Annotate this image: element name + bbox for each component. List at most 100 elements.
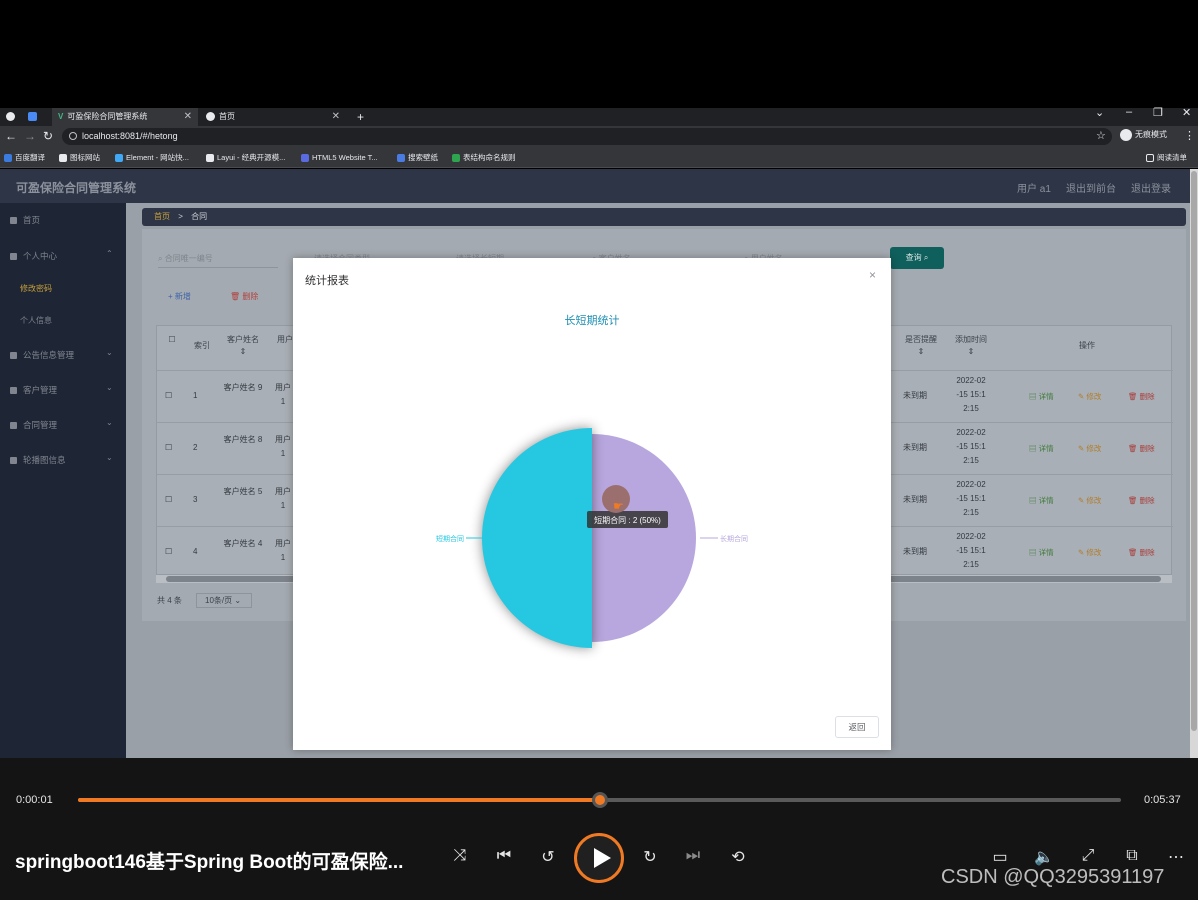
reading-list[interactable]: 阅读清单 bbox=[1146, 148, 1187, 168]
edit-button[interactable]: ✎ 修改 bbox=[1078, 495, 1101, 506]
detail-button[interactable]: ▤ 详情 bbox=[1029, 391, 1054, 402]
url-field[interactable]: localhost:8081/#/hetong bbox=[62, 128, 1112, 145]
column-header-customer[interactable]: 客户姓名 ⇕ bbox=[223, 326, 263, 370]
bookmark-label: 搜索壁纸 bbox=[408, 153, 438, 162]
row-time: 2022-02 -15 15:1 2:15 bbox=[956, 376, 986, 413]
row-checkbox[interactable]: ☐ bbox=[165, 441, 172, 455]
sidebar-item-notices[interactable]: 公告信息管理 ⌄ bbox=[10, 348, 113, 361]
tab-search-icon[interactable] bbox=[6, 108, 24, 126]
row-index: 4 bbox=[193, 547, 198, 556]
new-tab-button[interactable]: + bbox=[357, 108, 364, 126]
play-button[interactable] bbox=[574, 833, 624, 883]
info-icon[interactable] bbox=[69, 132, 77, 140]
edit-button[interactable]: ✎ 修改 bbox=[1078, 443, 1101, 454]
bookmark-item[interactable]: Layui - 经典开源模... bbox=[206, 148, 285, 168]
detail-button[interactable]: ▤ 详情 bbox=[1029, 495, 1054, 506]
rewind-icon[interactable]: ↺ bbox=[536, 847, 560, 867]
shuffle-icon[interactable]: ⤨ bbox=[448, 847, 472, 865]
previous-icon[interactable]: ⏮ bbox=[492, 847, 516, 865]
bookmark-star-icon[interactable]: ☆ bbox=[1096, 129, 1106, 142]
pie-slice[interactable] bbox=[482, 428, 592, 648]
sidebar-item-carousel[interactable]: 轮播图信息 ⌄ bbox=[10, 453, 113, 466]
row-index: 2 bbox=[193, 443, 198, 452]
op-label: 详情 bbox=[1038, 444, 1054, 453]
tab-home[interactable]: 首页 ✕ bbox=[200, 108, 346, 126]
bookmark-item[interactable]: 图标网站 bbox=[59, 148, 100, 168]
sidebar-item-profile[interactable]: 个人信息 bbox=[20, 315, 52, 326]
detail-button[interactable]: ▤ 详情 bbox=[1029, 443, 1054, 454]
progress-knob[interactable] bbox=[591, 792, 608, 808]
restore-button[interactable]: ❐ bbox=[1153, 106, 1163, 119]
incognito-badge[interactable]: 无痕模式 bbox=[1120, 129, 1167, 141]
user-name-link[interactable]: 用户 a1 bbox=[1017, 180, 1051, 195]
tab-close-icon[interactable]: ✕ bbox=[184, 108, 192, 126]
wallpaper-icon bbox=[397, 154, 405, 163]
current-time: 0:00:01 bbox=[16, 794, 53, 806]
sidebar-item-contracts[interactable]: 合同管理 ⌄ bbox=[10, 418, 113, 431]
tab-active[interactable]: V 可盈保险合同管理系统 ✕ bbox=[52, 108, 198, 126]
row-checkbox[interactable]: ☐ bbox=[165, 389, 172, 403]
minimize-button[interactable]: – bbox=[1126, 106, 1132, 118]
column-header-added-time[interactable]: 添加时间 ⇕ bbox=[951, 326, 991, 370]
delete-button[interactable]: 🗑 删除 bbox=[1128, 391, 1155, 402]
repeat-off-icon[interactable]: ⟲ bbox=[726, 847, 750, 867]
delete-button[interactable]: 🗑 删除 bbox=[1128, 443, 1155, 454]
tab-search-button[interactable]: ⌄ bbox=[1095, 106, 1104, 119]
bookmark-item[interactable]: 百度翻译 bbox=[4, 148, 45, 168]
bookmark-item[interactable]: HTML5 Website T... bbox=[301, 148, 378, 168]
delete-button[interactable]: 🗑 删除 bbox=[1128, 495, 1155, 506]
tab-pinned-icon[interactable] bbox=[28, 108, 48, 126]
volume-icon[interactable]: 🔈 bbox=[1032, 847, 1056, 867]
reload-icon[interactable]: ↻ bbox=[43, 129, 53, 143]
logout-link[interactable]: 退出登录 bbox=[1131, 180, 1171, 195]
back-button[interactable]: 返回 bbox=[835, 716, 879, 738]
bookmark-item[interactable]: Element - 网站快... bbox=[115, 148, 189, 168]
contract-number-input[interactable]: ⌕ 合同唯一编号 bbox=[158, 250, 278, 268]
sidebar-item-label: 个人中心 bbox=[23, 251, 58, 261]
row-customer: 客户姓名 5 bbox=[223, 487, 263, 496]
input-placeholder: 合同唯一编号 bbox=[164, 254, 213, 263]
scrollbar-thumb[interactable] bbox=[1191, 171, 1197, 731]
op-label: 修改 bbox=[1086, 548, 1102, 557]
fullscreen-icon[interactable]: ⤢ bbox=[1076, 847, 1100, 865]
page-vertical-scrollbar[interactable] bbox=[1190, 169, 1198, 758]
edit-button[interactable]: ✎ 修改 bbox=[1078, 391, 1101, 402]
pie-slice[interactable] bbox=[592, 434, 696, 642]
sidebar-item-label: 首页 bbox=[23, 215, 41, 225]
mini-player-icon[interactable]: ⧉ bbox=[1120, 847, 1144, 865]
tab-close-icon[interactable]: ✕ bbox=[332, 108, 340, 126]
bookmark-item[interactable]: 搜索壁纸 bbox=[397, 148, 438, 168]
back-arrow-icon[interactable]: ← bbox=[5, 129, 17, 143]
flag-icon bbox=[59, 154, 67, 163]
breadcrumb-home[interactable]: 首页 bbox=[154, 212, 170, 221]
sidebar-item-change-password[interactable]: 修改密码 bbox=[20, 283, 52, 294]
chevron-up-icon: ⌃ bbox=[106, 249, 113, 258]
edit-button[interactable]: ✎ 修改 bbox=[1078, 547, 1101, 558]
bookmark-item[interactable]: 表结构命名规则 bbox=[452, 148, 516, 168]
page-size-select[interactable]: 10条/页 ⌄ bbox=[196, 593, 252, 608]
row-checkbox[interactable]: ☐ bbox=[165, 545, 172, 559]
progress-bar[interactable] bbox=[78, 792, 1121, 808]
close-window-button[interactable]: ✕ bbox=[1182, 106, 1191, 119]
row-checkbox[interactable]: ☐ bbox=[165, 493, 172, 507]
forward-30-icon[interactable]: ↻ bbox=[638, 847, 662, 867]
column-header-remind[interactable]: 是否提醒 ⇕ bbox=[901, 326, 941, 370]
bulk-delete-button[interactable]: 🗑 删除 bbox=[230, 291, 258, 302]
query-button[interactable]: 查询 ⌕ bbox=[890, 247, 944, 269]
forward-arrow-icon[interactable]: → bbox=[24, 129, 36, 143]
exit-to-front-link[interactable]: 退出到前台 bbox=[1066, 180, 1116, 195]
delete-button[interactable]: 🗑 删除 bbox=[1128, 547, 1155, 558]
layui-icon bbox=[206, 154, 214, 163]
subtitles-icon[interactable]: ▭ bbox=[988, 847, 1012, 867]
sidebar-item-personal[interactable]: 个人中心 ⌃ bbox=[10, 249, 113, 262]
next-icon[interactable]: ⏭ bbox=[681, 847, 705, 865]
add-button[interactable]: + 新增 bbox=[168, 291, 191, 302]
detail-button[interactable]: ▤ 详情 bbox=[1029, 547, 1054, 558]
incognito-icon bbox=[1120, 129, 1132, 141]
sidebar-item-customers[interactable]: 客户管理 ⌄ bbox=[10, 383, 113, 396]
sidebar-item-home[interactable]: 首页 bbox=[10, 214, 40, 226]
more-options-icon[interactable]: ⋯ bbox=[1164, 847, 1188, 867]
select-all-checkbox[interactable]: ☐ bbox=[165, 326, 179, 370]
header-label: 是否提醒 bbox=[905, 335, 937, 344]
browser-menu-icon[interactable]: ⋮ bbox=[1184, 129, 1195, 142]
